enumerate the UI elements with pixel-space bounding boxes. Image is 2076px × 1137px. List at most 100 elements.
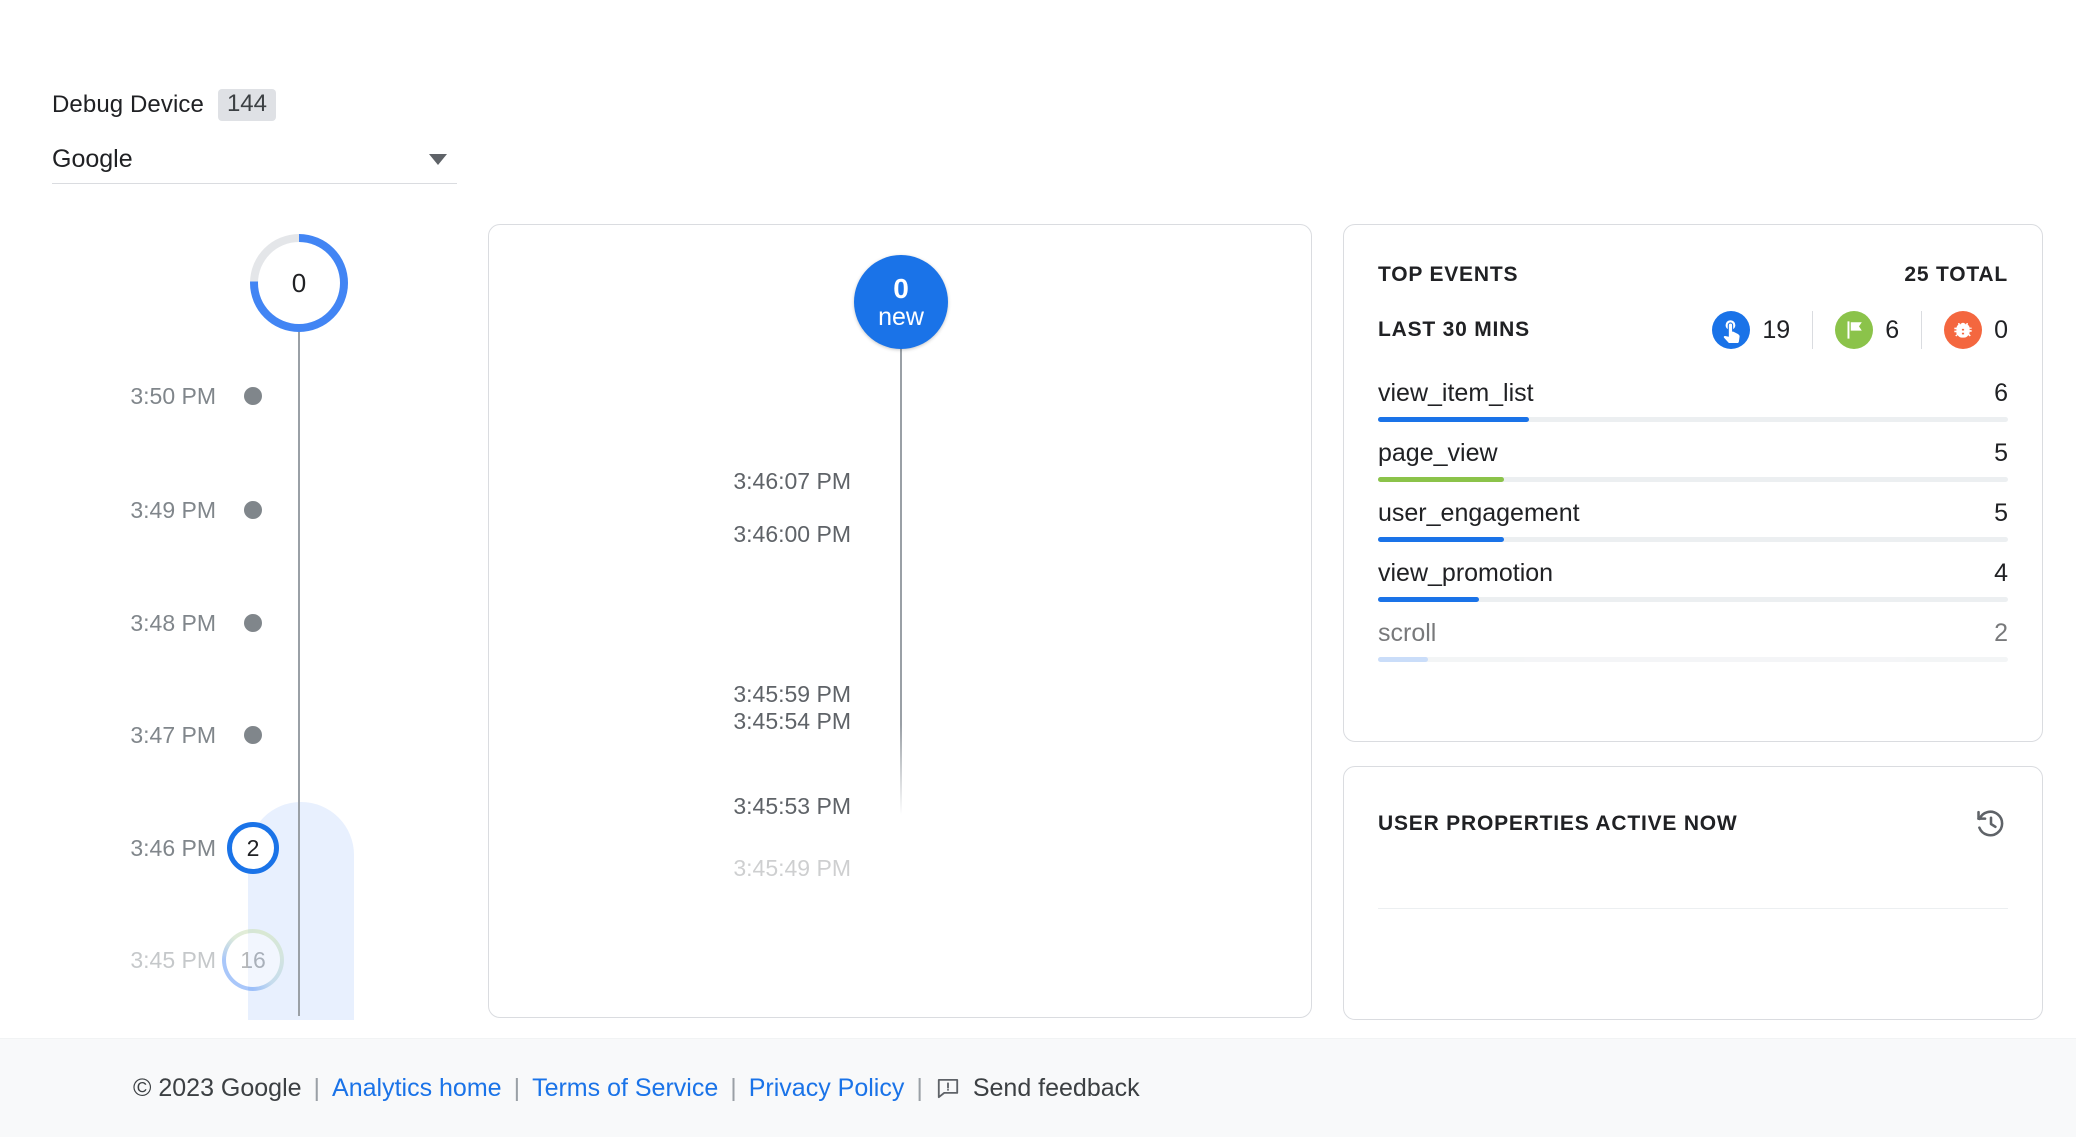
- page-footer: © 2023 Google | Analytics home | Terms o…: [0, 1038, 2076, 1137]
- count-chip-error[interactable]: 0: [1921, 311, 2008, 349]
- device-count-badge: 144: [217, 88, 276, 122]
- top-event-bar-track: [1378, 537, 2008, 542]
- device-header: Debug Device 144 Google: [52, 88, 457, 184]
- top-events-list: view_item_list 6 page_view 5 user_engage…: [1378, 379, 2008, 662]
- event-stream-line-fade: [900, 725, 902, 815]
- footer-separator: |: [513, 1073, 521, 1102]
- current-minute-ring[interactable]: 0: [250, 234, 348, 332]
- touch-icon: [1712, 311, 1751, 349]
- footer-link-privacy-policy[interactable]: Privacy Policy: [749, 1074, 905, 1103]
- minute-tick-label: 3:46 PM: [130, 834, 216, 861]
- send-feedback-button[interactable]: Send feedback: [935, 1074, 1140, 1103]
- top-event-row[interactable]: page_view 5: [1378, 439, 2008, 482]
- minute-tick-dot[interactable]: [244, 387, 262, 405]
- count-chip-conversion[interactable]: 6: [1812, 311, 1921, 349]
- minute-timeline-line-fade: [298, 920, 300, 1016]
- footer-separator: |: [730, 1073, 737, 1102]
- bug-icon: [1944, 311, 1983, 349]
- top-event-count: 5: [1994, 499, 2008, 527]
- minute-tick-circle-selected[interactable]: 2: [227, 822, 279, 874]
- minute-timeline-line: [298, 310, 300, 1016]
- count-chip-value: 0: [1994, 315, 2008, 344]
- top-event-bar-track: [1378, 477, 2008, 482]
- top-events-counts: 19 6 0: [1712, 311, 2008, 349]
- user-properties-card: USER PROPERTIES ACTIVE NOW: [1343, 766, 2043, 1020]
- event-time: 3:45:53 PM: [733, 793, 851, 819]
- event-time: 3:46:00 PM: [733, 521, 851, 547]
- top-event-count: 2: [1994, 619, 2008, 647]
- top-event-bar-fill: [1378, 417, 1530, 422]
- device-select-value: Google: [52, 145, 133, 173]
- debugview-page: Debug Device 144 Google 0 3:50 PM 3:49 P…: [0, 0, 2076, 1137]
- count-chip-value: 19: [1762, 315, 1791, 344]
- top-event-row[interactable]: view_promotion 4: [1378, 559, 2008, 602]
- top-event-name: view_item_list: [1378, 379, 1534, 407]
- top-event-row-top: scroll 2: [1378, 619, 2008, 648]
- feedback-icon: [935, 1075, 961, 1101]
- top-event-bar-fill: [1378, 597, 1479, 602]
- event-time: 3:45:54 PM: [733, 708, 851, 734]
- footer-links: © 2023 Google | Analytics home | Terms o…: [0, 1074, 1140, 1103]
- minute-tick-label: 3:50 PM: [130, 382, 216, 409]
- top-event-bar-fill: [1378, 477, 1504, 482]
- footer-separator: |: [916, 1073, 923, 1102]
- minute-tick-dot[interactable]: [244, 614, 262, 632]
- user-properties-title: USER PROPERTIES ACTIVE NOW: [1378, 812, 1738, 835]
- top-event-name: page_view: [1378, 439, 1498, 467]
- history-icon[interactable]: [1974, 807, 2008, 841]
- top-event-row-top: view_item_list 6: [1378, 379, 2008, 408]
- top-events-total: 25 TOTAL: [1904, 263, 2008, 286]
- user-properties-divider: [1378, 908, 2008, 909]
- top-event-bar-fill: [1378, 657, 1429, 662]
- minute-timeline: 0 3:50 PM 3:49 PM 3:48 PM 3:47 PM 3:46 P…: [52, 220, 362, 1020]
- device-label: Debug Device: [52, 91, 204, 118]
- top-events-card: TOP EVENTS 25 TOTAL LAST 30 MINS 19 6 0 …: [1343, 224, 2043, 742]
- top-event-bar-track: [1378, 657, 2008, 662]
- device-select[interactable]: Google: [52, 136, 457, 184]
- event-time: 3:46:07 PM: [733, 468, 851, 494]
- chevron-down-icon: [429, 154, 447, 165]
- top-event-row[interactable]: view_item_list 6: [1378, 379, 2008, 422]
- device-title-row: Debug Device 144: [52, 88, 457, 122]
- top-event-row-top: user_engagement 5: [1378, 499, 2008, 528]
- count-chip-touch[interactable]: 19: [1712, 311, 1812, 349]
- top-events-subtitle: LAST 30 MINS: [1378, 318, 1530, 341]
- top-event-count: 6: [1994, 379, 2008, 407]
- send-feedback-label: Send feedback: [972, 1073, 1140, 1102]
- top-event-row[interactable]: scroll 2: [1378, 619, 2008, 662]
- event-stream-inner: 0 new view_item_list user_engagement 3:4…: [489, 225, 1311, 1017]
- footer-link-analytics-home[interactable]: Analytics home: [332, 1074, 502, 1103]
- footer-copyright: © 2023 Google: [133, 1073, 302, 1102]
- top-event-name: scroll: [1378, 619, 1437, 647]
- top-event-name: user_engagement: [1378, 499, 1580, 527]
- count-chip-value: 6: [1885, 315, 1900, 344]
- top-event-bar-track: [1378, 417, 2008, 422]
- top-event-row-top: page_view 5: [1378, 439, 2008, 468]
- event-time: 3:45:59 PM: [733, 681, 851, 707]
- event-stream-card: 0 new view_item_list user_engagement 3:4…: [488, 224, 1312, 1018]
- minute-tick-label: 3:49 PM: [130, 496, 216, 523]
- minute-tick-label: 3:48 PM: [130, 609, 216, 636]
- top-event-bar-fill: [1378, 537, 1504, 542]
- top-event-row[interactable]: user_engagement 5: [1378, 499, 2008, 542]
- top-event-bar-track: [1378, 597, 2008, 602]
- top-events-subheader: LAST 30 MINS 19 6 0: [1378, 311, 2008, 349]
- flag-icon: [1835, 311, 1874, 349]
- event-time: 3:45:49 PM: [733, 855, 851, 881]
- minute-tick-circle-value: 16: [240, 946, 266, 973]
- user-properties-header: USER PROPERTIES ACTIVE NOW: [1378, 807, 2008, 841]
- top-event-name: view_promotion: [1378, 559, 1554, 587]
- top-event-row-top: view_promotion 4: [1378, 559, 2008, 588]
- new-events-badge[interactable]: 0 new: [854, 255, 948, 349]
- minute-tick-dot[interactable]: [244, 501, 262, 519]
- footer-link-terms-of-service[interactable]: Terms of Service: [532, 1074, 718, 1103]
- footer-separator: |: [313, 1073, 321, 1102]
- new-events-label: new: [878, 302, 924, 331]
- top-events-title: TOP EVENTS: [1378, 263, 1519, 286]
- new-events-count: 0: [893, 272, 909, 304]
- event-stream-line: [900, 345, 902, 725]
- minute-tick-dot[interactable]: [244, 726, 262, 744]
- minute-tick-circle-gradient[interactable]: 16: [222, 929, 284, 991]
- current-minute-value: 0: [291, 267, 307, 298]
- minute-tick-label: 3:47 PM: [130, 721, 216, 748]
